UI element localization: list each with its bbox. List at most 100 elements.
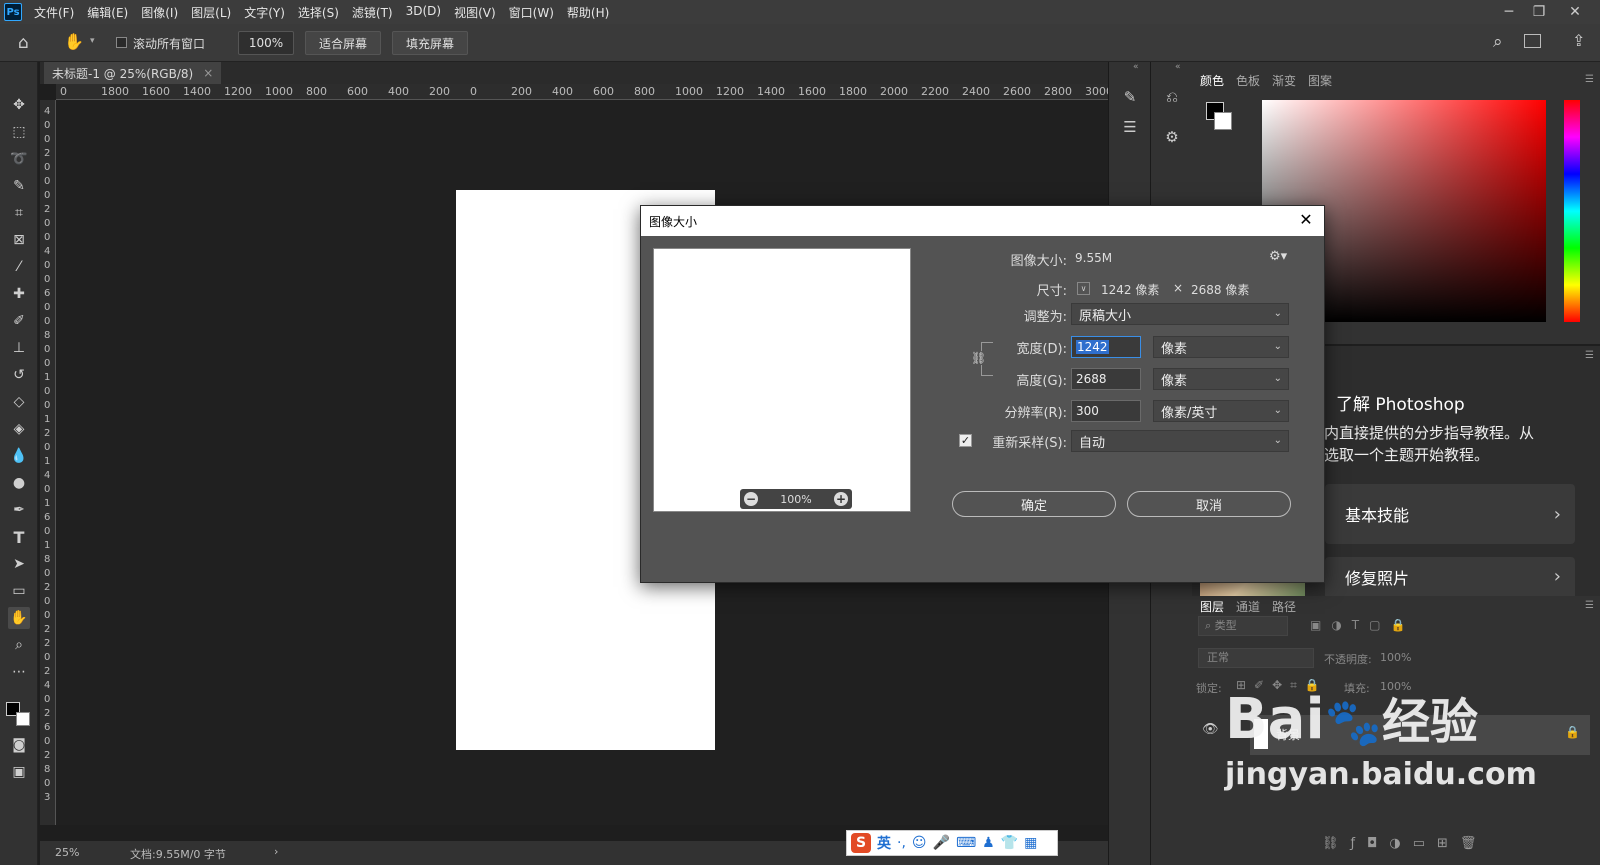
opacity-value[interactable]: 100% — [1380, 651, 1411, 664]
hue-slider[interactable] — [1564, 100, 1580, 322]
menu-item[interactable]: 文件(F) — [34, 4, 74, 21]
blur-tool-icon[interactable]: 💧 — [8, 445, 30, 467]
ok-button[interactable]: 确定 — [952, 491, 1116, 517]
width-input[interactable]: 1242 — [1071, 336, 1141, 358]
panel-tab[interactable]: 渐变 — [1272, 72, 1296, 89]
layer-filter-icons[interactable]: ▣◑T▢🔒 — [1310, 618, 1415, 632]
zoom-in-icon[interactable]: + — [833, 492, 848, 506]
zoom-status[interactable]: 25% — [55, 846, 79, 859]
panel-menu-icon[interactable]: ☰ — [1585, 600, 1594, 611]
emoji-icon[interactable]: ☺ — [912, 835, 927, 851]
quick-select-tool-icon[interactable]: ✎ — [8, 175, 30, 197]
rectangle-tool-icon[interactable]: ▭ — [8, 580, 30, 602]
menu-item[interactable]: 图层(L) — [191, 4, 231, 21]
learn-card-fix-photos[interactable]: 修复照片 › — [1325, 557, 1575, 596]
learn-card-basic-skills[interactable]: 基本技能 › — [1325, 484, 1575, 544]
brush-settings-icon[interactable]: ✎ — [1119, 86, 1141, 108]
screen-mode-icon[interactable]: ▣ — [8, 761, 30, 783]
resample-select[interactable]: 自动 ⌄ — [1071, 430, 1289, 452]
blend-mode-select[interactable]: 正常 — [1198, 648, 1314, 668]
width-unit-select[interactable]: 像素 ⌄ — [1153, 336, 1289, 358]
fit-screen-button[interactable]: 适合屏幕 — [305, 31, 381, 55]
height-unit-select[interactable]: 像素 ⌄ — [1153, 368, 1289, 390]
menu-item[interactable]: 文字(Y) — [244, 4, 285, 21]
menu-item[interactable]: 图像(I) — [141, 4, 178, 21]
visibility-eye-icon[interactable]: 👁 — [1202, 722, 1219, 737]
menu-item[interactable]: 编辑(E) — [87, 4, 128, 21]
workspace-icon[interactable] — [1524, 34, 1541, 48]
dimensions-dropdown-icon[interactable]: ∨ — [1077, 282, 1090, 295]
marquee-tool-icon[interactable]: ⬚ — [8, 121, 30, 143]
background-color-swatch[interactable] — [16, 712, 30, 726]
menu-item[interactable]: 滤镜(T) — [352, 4, 393, 21]
microphone-icon[interactable]: 🎤 — [933, 835, 950, 851]
scroll-all-checkbox[interactable] — [116, 37, 127, 48]
zoom-value-field[interactable]: 100% — [238, 31, 294, 55]
quick-mask-icon[interactable]: ◙ — [8, 734, 30, 756]
panel-tab[interactable]: 颜色 — [1200, 72, 1224, 89]
panel-tab[interactable]: 图层 — [1200, 598, 1224, 615]
image-preview[interactable]: − 100% + — [653, 248, 911, 512]
move-tool-icon[interactable]: ✥ — [8, 94, 30, 116]
collapse-icon[interactable]: « — [1175, 62, 1181, 72]
search-icon[interactable]: ⌕ — [1493, 32, 1503, 52]
document-tab[interactable]: 未标题-1 @ 25%(RGB/8) × — [44, 62, 222, 84]
color-bg-swatch[interactable] — [1214, 112, 1232, 130]
layer-filter-select[interactable]: ⌕ 类型 — [1198, 616, 1288, 636]
restore-icon[interactable]: ❐ — [1524, 0, 1554, 24]
close-tab-icon[interactable]: × — [203, 66, 213, 80]
eyedropper-tool-icon[interactable]: ⁄ — [8, 256, 30, 278]
hand-tool-icon[interactable]: ✋ — [8, 607, 30, 629]
menu-item[interactable]: 3D(D) — [406, 4, 441, 21]
minimize-icon[interactable]: ─ — [1494, 0, 1524, 24]
adjust-sliders-icon[interactable]: ☰ — [1119, 116, 1141, 138]
history-brush-icon[interactable]: ↺ — [8, 364, 30, 386]
panel-tab[interactable]: 路径 — [1272, 598, 1296, 615]
fill-screen-button[interactable]: 填充屏幕 — [392, 31, 468, 55]
menu-item[interactable]: 视图(V) — [454, 4, 496, 21]
height-input[interactable]: 2688 — [1071, 368, 1141, 390]
properties-panel-icon[interactable]: ⚙ — [1161, 126, 1183, 148]
panel-tab[interactable]: 图案 — [1308, 72, 1332, 89]
eraser-tool-icon[interactable]: ◇ — [8, 391, 30, 413]
collapse-icon[interactable]: « — [1133, 62, 1139, 72]
more-tools-icon[interactable]: ⋯ — [8, 661, 30, 683]
close-icon[interactable]: ✕ — [1296, 210, 1316, 230]
panel-tab[interactable]: 通道 — [1236, 598, 1260, 615]
paint-bucket-icon[interactable]: ◈ — [8, 418, 30, 440]
zoom-out-icon[interactable]: − — [744, 492, 758, 506]
toolbox-icon[interactable]: ▦ — [1024, 835, 1037, 851]
resolution-unit-select[interactable]: 像素/英寸 ⌄ — [1153, 400, 1289, 422]
keyboard-icon[interactable]: ⌨ — [956, 835, 976, 851]
share-icon[interactable]: ⇪ — [1572, 31, 1585, 50]
panel-menu-icon[interactable]: ☰ — [1585, 350, 1594, 361]
healing-brush-icon[interactable]: ✚ — [8, 283, 30, 305]
ime-mode[interactable]: 英 — [877, 833, 891, 853]
panel-menu-icon[interactable]: ☰ — [1585, 74, 1594, 85]
pen-tool-icon[interactable]: ✒ — [8, 499, 30, 521]
menu-item[interactable]: 帮助(H) — [567, 4, 609, 21]
sogou-logo[interactable]: S — [851, 833, 871, 853]
lasso-tool-icon[interactable]: ➰ — [8, 148, 30, 170]
menu-item[interactable]: 窗口(W) — [509, 4, 554, 21]
history-panel-icon[interactable]: ⎌ — [1161, 86, 1183, 108]
brush-tool-icon[interactable]: ✐ — [8, 310, 30, 332]
type-tool-icon[interactable]: T — [8, 526, 30, 548]
home-icon[interactable]: ⌂ — [18, 33, 29, 53]
status-menu-icon[interactable]: › — [274, 845, 278, 858]
skin-icon[interactable]: 👕 — [1001, 835, 1018, 851]
dodge-tool-icon[interactable]: ● — [8, 472, 30, 494]
frame-tool-icon[interactable]: ⊠ — [8, 229, 30, 251]
resample-checkbox[interactable]: ✓ — [959, 434, 972, 447]
cancel-button[interactable]: 取消 — [1127, 491, 1291, 517]
crop-tool-icon[interactable]: ⌗ — [8, 202, 30, 224]
settings-gear-icon[interactable]: ⚙▾ — [1269, 249, 1287, 264]
hand-tool-icon[interactable]: ✋ — [64, 32, 84, 51]
resolution-input[interactable]: 300 — [1071, 400, 1141, 422]
zoom-tool-icon[interactable]: ⌕ — [8, 634, 30, 656]
fit-to-select[interactable]: 原稿大小 ⌄ — [1071, 303, 1289, 325]
chevron-down-icon[interactable]: ▾ — [90, 36, 95, 46]
close-window-icon[interactable]: ✕ — [1560, 0, 1590, 24]
path-select-icon[interactable]: ➤ — [8, 553, 30, 575]
panel-tab[interactable]: 色板 — [1236, 72, 1260, 89]
